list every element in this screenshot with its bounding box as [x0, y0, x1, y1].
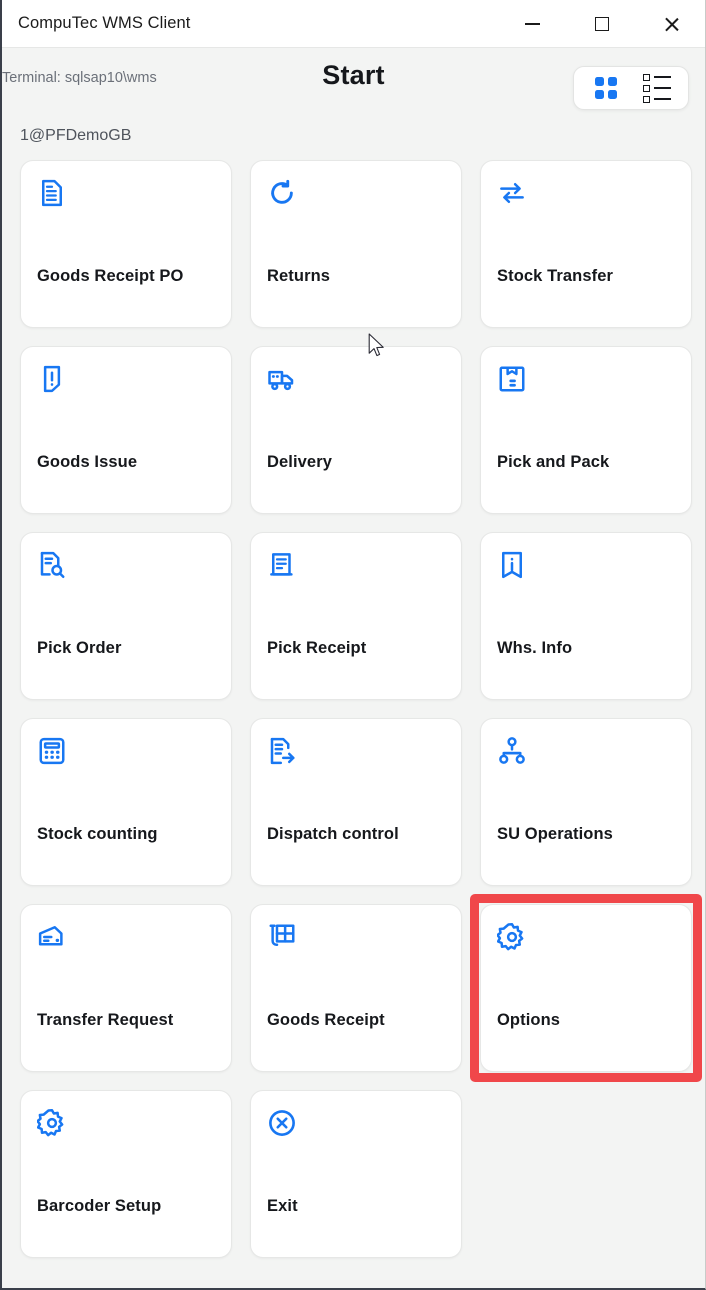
grid-view-button[interactable]	[584, 71, 628, 105]
two-way-arrows-icon	[497, 178, 527, 208]
window-title: CompuTec WMS Client	[18, 14, 191, 32]
tile-returns[interactable]: Returns	[250, 160, 462, 328]
tile-label: Pick Order	[37, 639, 122, 657]
tile-label: Exit	[267, 1197, 298, 1215]
card-envelope-icon	[37, 922, 67, 952]
document-magnifier-icon	[37, 550, 67, 580]
tile-label: Returns	[267, 267, 331, 285]
application-window: CompuTec WMS Client Terminal: sqlsap10\w…	[0, 0, 706, 1290]
tile-su-operations[interactable]: SU Operations	[480, 718, 692, 886]
tile-whs-info[interactable]: Whs. Info	[480, 532, 692, 700]
hierarchy-nodes-icon	[497, 736, 527, 766]
maximize-icon	[594, 17, 609, 31]
gear-icon	[37, 1108, 67, 1138]
window-controls	[498, 0, 705, 48]
shelf-rack-icon	[267, 922, 297, 952]
tile-label: Stock Transfer	[497, 267, 614, 285]
tile-stock-counting[interactable]: Stock counting	[20, 718, 232, 886]
list-icon	[642, 73, 671, 103]
tile-label: Barcoder Setup	[37, 1197, 162, 1215]
tile-label: Dispatch control	[267, 825, 399, 843]
tile-transfer-request[interactable]: Transfer Request	[20, 904, 232, 1072]
tile-grid: Goods Receipt PO Returns Stock Transfer Goo…	[20, 160, 705, 1258]
minimize-icon	[525, 23, 540, 25]
tile-label: SU Operations	[497, 825, 613, 843]
minimize-button[interactable]	[498, 0, 567, 48]
page-header: Terminal: sqlsap10\wms Start	[2, 48, 705, 118]
tile-exit[interactable]: Exit	[250, 1090, 462, 1258]
tile-goods-receipt-po[interactable]: Goods Receipt PO	[20, 160, 232, 328]
calculator-icon	[37, 736, 67, 766]
close-icon	[662, 16, 679, 33]
tile-goods-issue[interactable]: Goods Issue	[20, 346, 232, 514]
package-box-icon	[497, 364, 527, 394]
delivery-truck-icon	[267, 364, 297, 394]
gear-icon	[497, 922, 527, 952]
tile-pick-and-pack[interactable]: Pick and Pack	[480, 346, 692, 514]
tile-label: Goods Issue	[37, 453, 138, 471]
refresh-circular-arrow-icon	[267, 178, 297, 208]
close-button[interactable]	[636, 0, 705, 48]
circle-x-icon	[267, 1108, 297, 1138]
document-lines-icon	[37, 178, 67, 208]
tile-stock-transfer[interactable]: Stock Transfer	[480, 160, 692, 328]
connection-bar: 1@PFDemoGB	[2, 118, 705, 154]
view-toggle-group	[573, 66, 689, 110]
tile-label: Goods Receipt	[267, 1011, 385, 1029]
info-bookmark-icon	[497, 550, 527, 580]
tile-label: Options	[497, 1011, 561, 1029]
tile-goods-receipt[interactable]: Goods Receipt	[250, 904, 462, 1072]
document-arrow-out-icon	[267, 736, 297, 766]
connection-label: 1@PFDemoGB	[20, 127, 132, 144]
document-exclamation-icon	[37, 364, 67, 394]
tile-pick-order[interactable]: Pick Order	[20, 532, 232, 700]
tile-label: Stock counting	[37, 825, 158, 843]
maximize-button[interactable]	[567, 0, 636, 48]
tile-delivery[interactable]: Delivery	[250, 346, 462, 514]
tile-label: Delivery	[267, 453, 333, 471]
tile-label: Goods Receipt PO	[37, 267, 184, 285]
tile-label: Pick and Pack	[497, 453, 610, 471]
tile-barcoder-setup[interactable]: Barcoder Setup	[20, 1090, 232, 1258]
tile-label: Whs. Info	[497, 639, 573, 657]
tile-label: Pick Receipt	[267, 639, 367, 657]
tile-label: Transfer Request	[37, 1011, 174, 1029]
tile-dispatch-control[interactable]: Dispatch control	[250, 718, 462, 886]
list-view-button[interactable]	[635, 71, 679, 105]
tile-area: Goods Receipt PO Returns Stock Transfer Goo…	[2, 154, 705, 1288]
title-bar: CompuTec WMS Client	[2, 0, 705, 48]
tile-options[interactable]: Options	[470, 894, 702, 1082]
grid-icon	[594, 77, 617, 99]
tile-pick-receipt[interactable]: Pick Receipt	[250, 532, 462, 700]
document-receipt-icon	[267, 550, 297, 580]
